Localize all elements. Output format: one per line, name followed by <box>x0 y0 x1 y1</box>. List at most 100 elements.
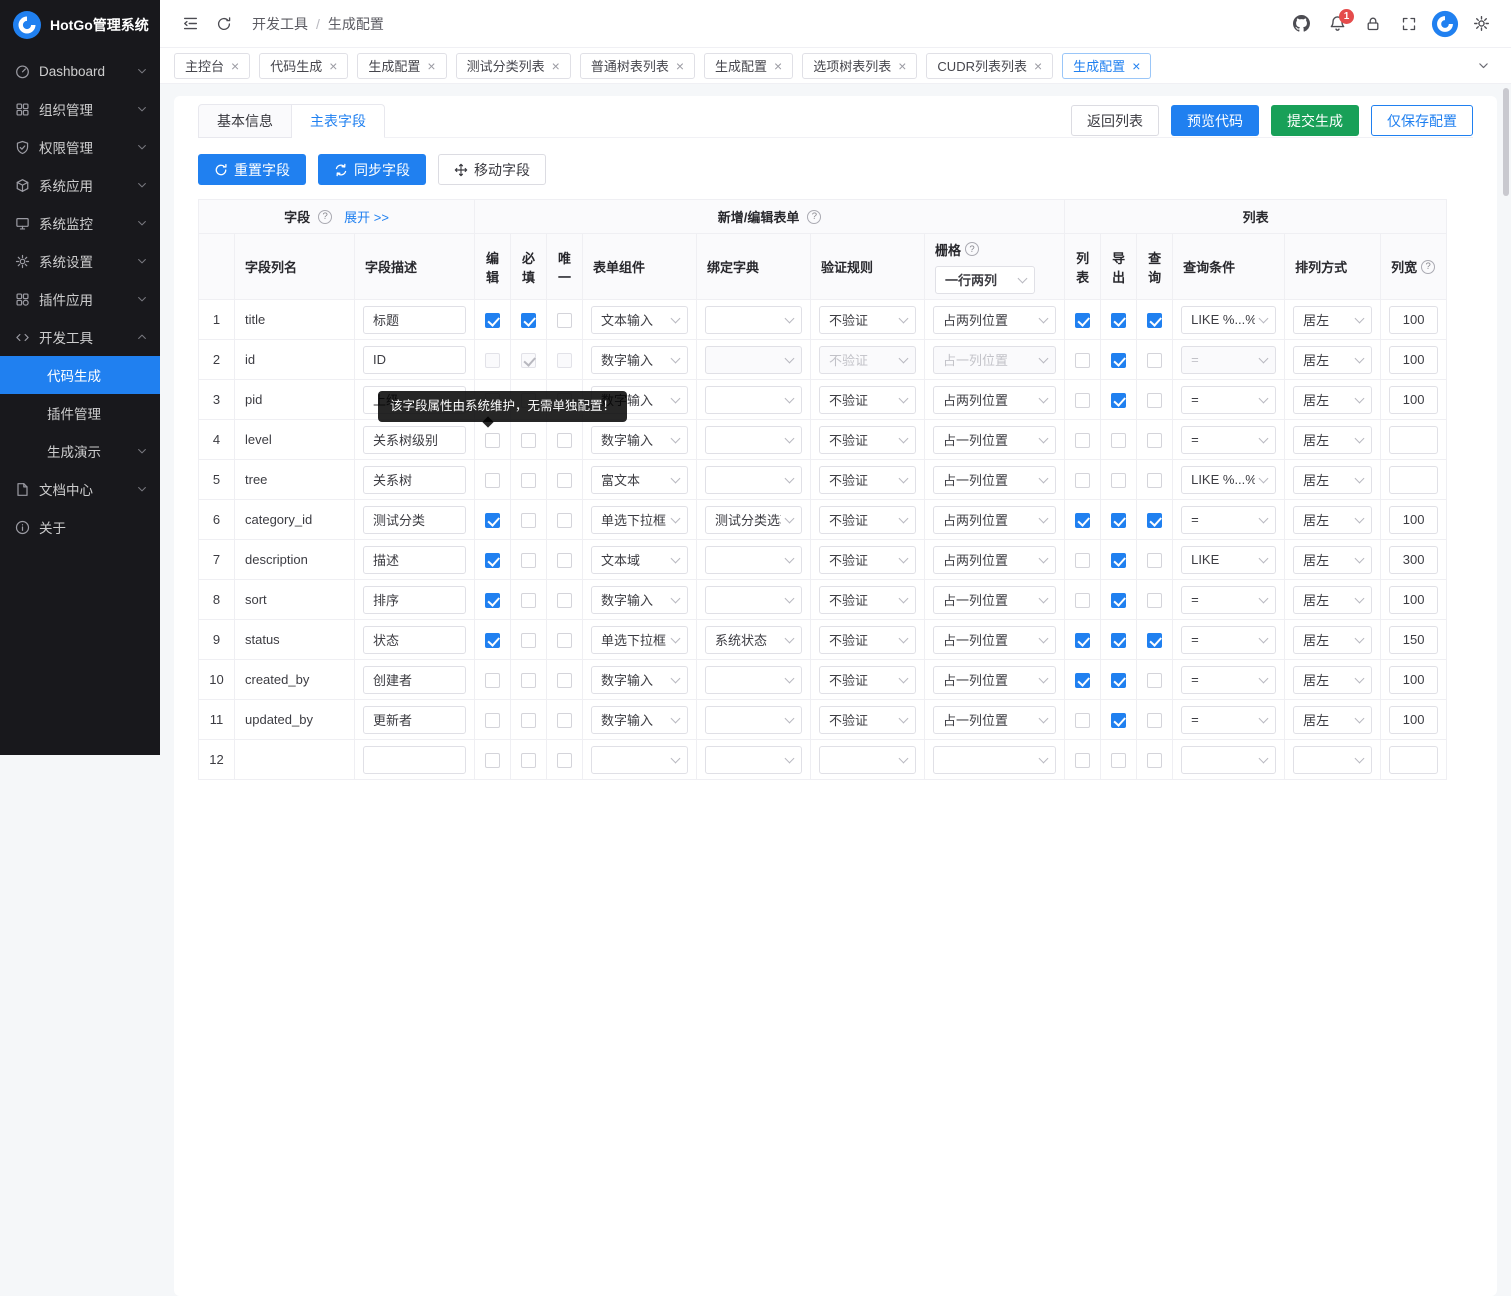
help-icon[interactable]: ? <box>807 210 821 224</box>
export-checkbox[interactable] <box>1111 553 1126 568</box>
query-condition-select[interactable] <box>1181 746 1276 774</box>
sidebar-item-permission[interactable]: 权限管理 <box>0 128 160 166</box>
column-width-input[interactable] <box>1389 746 1438 774</box>
field-desc-input[interactable] <box>363 666 466 694</box>
export-checkbox[interactable] <box>1111 353 1126 368</box>
validate-rule-select[interactable]: 不验证 <box>819 306 916 334</box>
help-icon[interactable]: ? <box>318 210 332 224</box>
field-desc-input[interactable] <box>363 586 466 614</box>
query-condition-select[interactable]: = <box>1181 386 1276 414</box>
tab-list-chevron-down-icon[interactable] <box>1469 53 1497 79</box>
edit-checkbox[interactable] <box>485 673 500 688</box>
required-checkbox[interactable] <box>521 713 536 728</box>
export-checkbox[interactable] <box>1111 513 1126 528</box>
validate-rule-select[interactable]: 不验证 <box>819 506 916 534</box>
edit-checkbox[interactable] <box>485 713 500 728</box>
grid-position-select[interactable]: 占两列位置 <box>933 506 1056 534</box>
align-select[interactable]: 居左 <box>1293 346 1372 374</box>
unique-checkbox[interactable] <box>557 633 572 648</box>
scrollbar[interactable] <box>1503 88 1509 196</box>
edit-checkbox[interactable] <box>485 513 500 528</box>
required-checkbox[interactable] <box>521 673 536 688</box>
list-checkbox[interactable] <box>1075 593 1090 608</box>
align-select[interactable]: 居左 <box>1293 466 1372 494</box>
column-width-input[interactable] <box>1389 586 1438 614</box>
required-checkbox[interactable] <box>521 473 536 488</box>
query-checkbox[interactable] <box>1147 673 1162 688</box>
edit-checkbox[interactable] <box>485 593 500 608</box>
bind-dict-select[interactable] <box>705 346 802 374</box>
close-icon[interactable]: × <box>329 59 337 73</box>
close-icon[interactable]: × <box>774 59 782 73</box>
sidebar-item-monitor[interactable]: 系统监控 <box>0 204 160 242</box>
edit-checkbox[interactable] <box>485 633 500 648</box>
align-select[interactable]: 居左 <box>1293 626 1372 654</box>
bind-dict-select[interactable] <box>705 386 802 414</box>
bind-dict-select[interactable] <box>705 426 802 454</box>
field-desc-input[interactable] <box>363 746 466 774</box>
list-checkbox[interactable] <box>1075 713 1090 728</box>
query-condition-select[interactable]: = <box>1181 586 1276 614</box>
align-select[interactable]: 居左 <box>1293 666 1372 694</box>
query-condition-select[interactable]: = <box>1181 426 1276 454</box>
field-desc-input[interactable] <box>363 426 466 454</box>
grid-position-select[interactable]: 占一列位置 <box>933 466 1056 494</box>
unique-checkbox[interactable] <box>557 473 572 488</box>
form-component-select[interactable]: 单选下拉框 <box>591 626 688 654</box>
list-checkbox[interactable] <box>1075 393 1090 408</box>
grid-position-select[interactable]: 占两列位置 <box>933 306 1056 334</box>
unique-checkbox[interactable] <box>557 593 572 608</box>
nav-tab[interactable]: 普通树表列表× <box>580 53 695 79</box>
align-select[interactable]: 居左 <box>1293 586 1372 614</box>
query-checkbox[interactable] <box>1147 713 1162 728</box>
list-checkbox[interactable] <box>1075 513 1090 528</box>
column-width-input[interactable] <box>1389 666 1438 694</box>
column-width-input[interactable] <box>1389 626 1438 654</box>
sidebar-item-sysapp[interactable]: 系统应用 <box>0 166 160 204</box>
column-width-input[interactable] <box>1389 466 1438 494</box>
required-checkbox[interactable] <box>521 633 536 648</box>
grid-layout-select[interactable]: 一行两列 <box>935 266 1035 294</box>
required-checkbox[interactable] <box>521 753 536 768</box>
export-checkbox[interactable] <box>1111 473 1126 488</box>
edit-checkbox[interactable] <box>485 313 500 328</box>
query-checkbox[interactable] <box>1147 433 1162 448</box>
sidebar-item-org[interactable]: 组织管理 <box>0 90 160 128</box>
grid-position-select[interactable]: 占一列位置 <box>933 626 1056 654</box>
export-checkbox[interactable] <box>1111 593 1126 608</box>
align-select[interactable]: 居左 <box>1293 706 1372 734</box>
list-checkbox[interactable] <box>1075 753 1090 768</box>
edit-checkbox[interactable] <box>485 433 500 448</box>
close-icon[interactable]: × <box>552 59 560 73</box>
field-desc-input[interactable] <box>363 706 466 734</box>
required-checkbox[interactable] <box>521 593 536 608</box>
query-checkbox[interactable] <box>1147 353 1162 368</box>
move-fields-button[interactable]: 移动字段 <box>438 154 546 185</box>
validate-rule-select[interactable]: 不验证 <box>819 626 916 654</box>
preview-code-button[interactable]: 预览代码 <box>1171 105 1259 136</box>
avatar[interactable] <box>1429 8 1461 40</box>
nav-tab[interactable]: 代码生成× <box>259 53 348 79</box>
bind-dict-select[interactable] <box>705 466 802 494</box>
column-width-input[interactable] <box>1389 506 1438 534</box>
close-icon[interactable]: × <box>1132 59 1140 73</box>
save-config-only-button[interactable]: 仅保存配置 <box>1371 105 1473 136</box>
grid-position-select[interactable]: 占一列位置 <box>933 426 1056 454</box>
bind-dict-select[interactable] <box>705 666 802 694</box>
unique-checkbox[interactable] <box>557 553 572 568</box>
query-condition-select[interactable]: = <box>1181 626 1276 654</box>
nav-tab[interactable]: 生成配置× <box>357 53 446 79</box>
grid-position-select[interactable]: 占两列位置 <box>933 386 1056 414</box>
align-select[interactable] <box>1293 746 1372 774</box>
grid-position-select[interactable] <box>933 746 1056 774</box>
query-checkbox[interactable] <box>1147 513 1162 528</box>
align-select[interactable]: 居左 <box>1293 306 1372 334</box>
query-condition-select[interactable]: LIKE %...% <box>1181 466 1276 494</box>
back-to-list-button[interactable]: 返回列表 <box>1071 105 1159 136</box>
validate-rule-select[interactable]: 不验证 <box>819 546 916 574</box>
query-checkbox[interactable] <box>1147 553 1162 568</box>
validate-rule-select[interactable]: 不验证 <box>819 666 916 694</box>
unique-checkbox[interactable] <box>557 433 572 448</box>
column-width-input[interactable] <box>1389 386 1438 414</box>
expand-link[interactable]: 展开 >> <box>344 207 389 226</box>
